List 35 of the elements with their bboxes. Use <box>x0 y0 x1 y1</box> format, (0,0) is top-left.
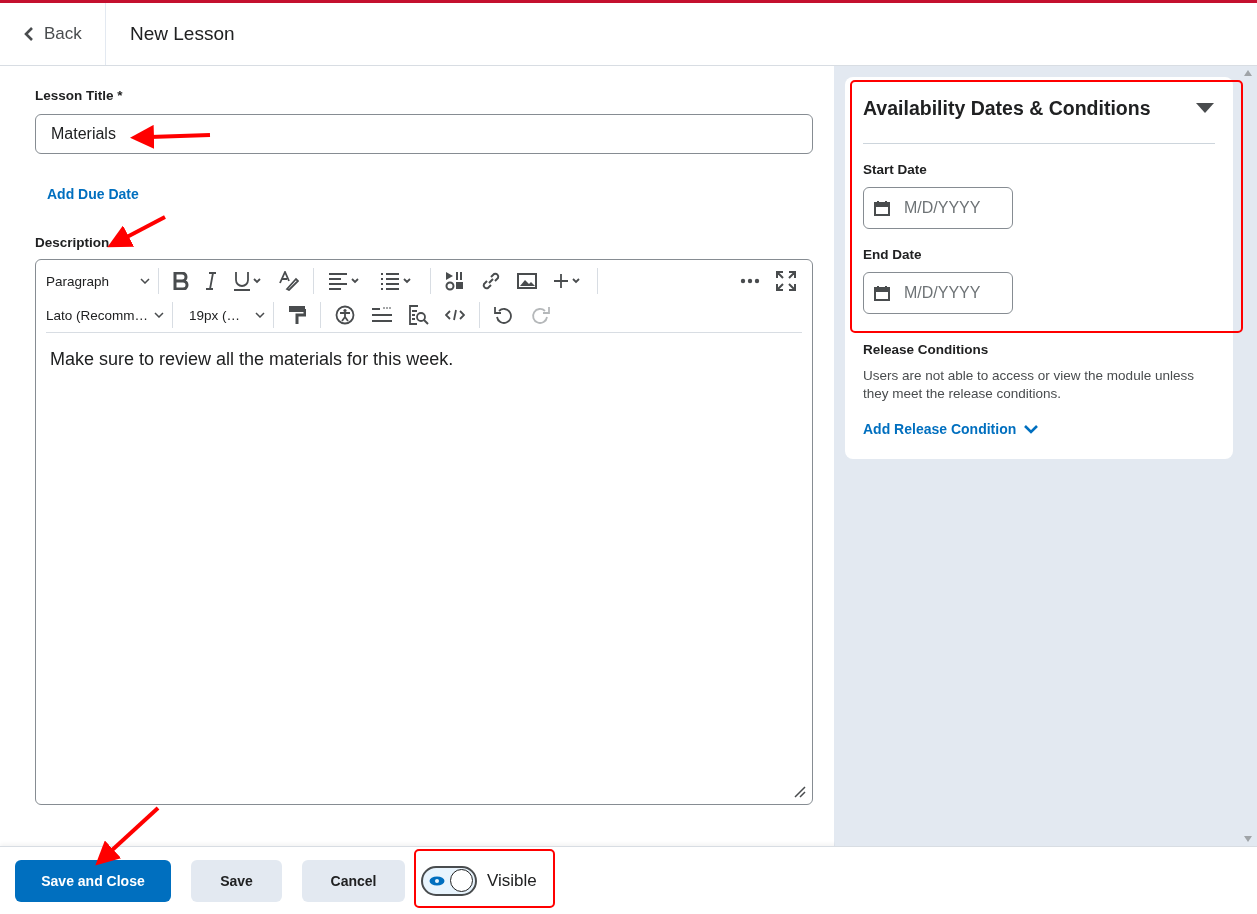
field-label: Description <box>35 235 111 250</box>
add-release-condition-link[interactable]: Add Release Condition <box>863 421 1017 437</box>
caret-icon[interactable] <box>1195 102 1215 114</box>
visibility-toggle[interactable] <box>421 865 477 896</box>
rich-text-editor[interactable]: Paragraph Lato (Recomm… 19px (… Make sure to review all the materials for this week. <box>35 259 813 805</box>
action-button[interactable]: Cancel <box>302 859 405 902</box>
chevron-left-icon <box>24 27 34 41</box>
chevron-down-icon <box>140 278 150 284</box>
chevron-down-icon[interactable] <box>1024 424 1039 434</box>
annotation-arrow <box>107 215 166 248</box>
section-title: Release Conditions <box>863 342 990 357</box>
chevron-down-icon <box>255 312 265 318</box>
format-dropdown[interactable]: Lato (Recomm… <box>46 307 164 323</box>
format-dropdown[interactable]: Paragraph <box>46 273 150 289</box>
add-due-date-link[interactable]: Add Due Date <box>47 186 139 202</box>
page-title: New Lesson <box>130 23 235 45</box>
save-and-close-button[interactable]: Save and Close <box>15 859 171 902</box>
help-text: Users are not able to access or view the module unless they meet the release conditions. <box>863 367 1195 403</box>
resize-grip-icon[interactable] <box>794 786 806 798</box>
field-label: Start Date <box>863 162 928 177</box>
section-title: Availability Dates & Conditions <box>863 96 1151 120</box>
chevron-down-icon <box>154 312 164 318</box>
description-text: Make sure to review all the materials for this week. <box>50 349 455 370</box>
format-dropdown[interactable]: 19px (… <box>181 307 265 323</box>
annotation-arrow <box>95 806 160 866</box>
field-label: Lesson Title * <box>35 88 124 103</box>
date-field[interactable]: M/D/YYYY <box>863 272 1013 314</box>
date-field[interactable]: M/D/YYYY <box>863 187 1013 229</box>
calendar-icon <box>874 285 890 301</box>
lesson-title-field[interactable]: Materials <box>35 114 813 154</box>
action-button[interactable]: Save <box>191 859 282 902</box>
toggle-label: Visible <box>487 870 537 891</box>
field-label: End Date <box>863 247 923 262</box>
eye-icon <box>429 875 445 886</box>
calendar-icon <box>874 200 890 216</box>
